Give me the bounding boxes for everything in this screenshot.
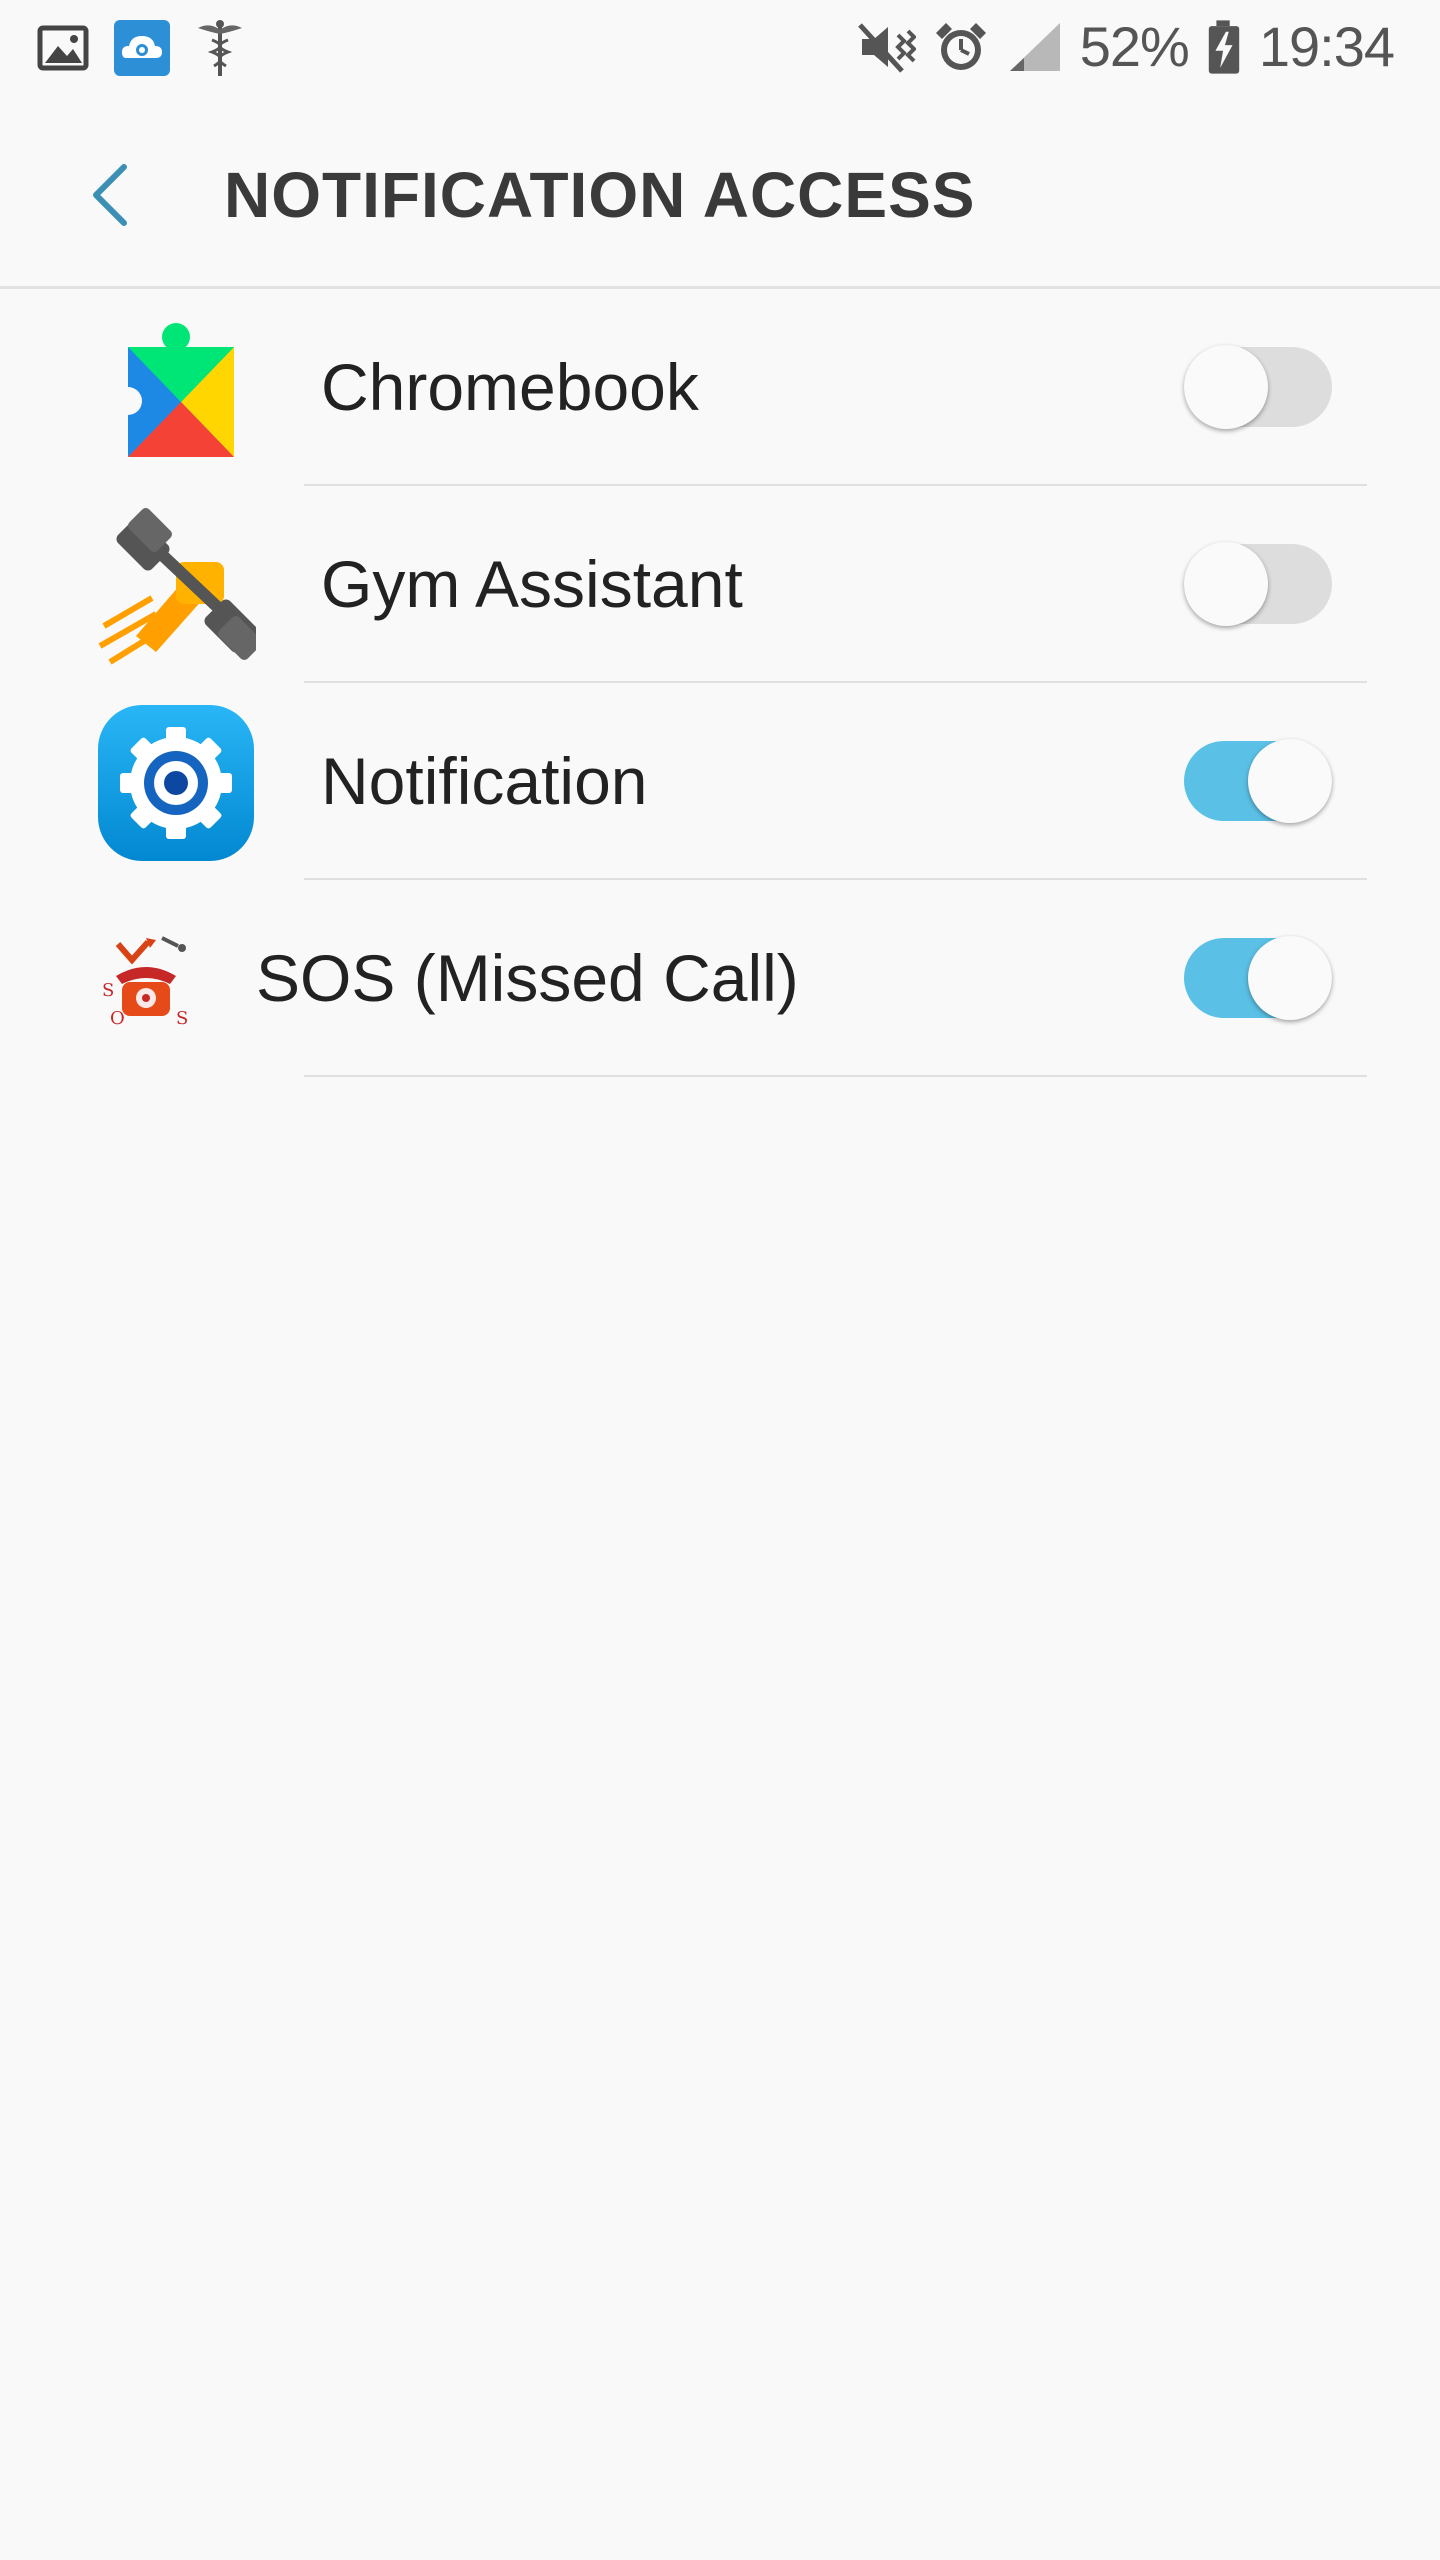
gear-icon [96, 703, 256, 863]
status-notification-icons [36, 18, 248, 78]
app-label: Gym Assistant [321, 547, 743, 621]
app-bar: NOTIFICATION ACCESS [0, 100, 1440, 289]
chevron-left-icon [93, 164, 127, 226]
notification-access-list: Chromebook Gym Assistant Notification S … [0, 289, 1440, 1077]
back-button[interactable] [60, 145, 160, 245]
toggle-knob [1184, 542, 1268, 626]
svg-text:S: S [176, 1008, 188, 1028]
caduceus-icon [198, 20, 242, 76]
status-system-icons: 52% 19:34 [857, 14, 1395, 79]
alarm-icon [935, 22, 986, 70]
toggle-sos-missed-call[interactable] [1184, 936, 1332, 1020]
toggle-knob [1248, 739, 1332, 823]
google-play-services-icon [96, 309, 256, 469]
toggle-chromebook[interactable] [1184, 345, 1332, 429]
app-label: SOS (Missed Call) [256, 941, 799, 1015]
toggle-notification[interactable] [1184, 739, 1332, 823]
dumbbell-fist-icon [96, 506, 256, 666]
gallery-icon [37, 25, 89, 71]
toggle-gym-assistant[interactable] [1184, 542, 1332, 626]
clock: 19:34 [1258, 15, 1395, 78]
mute-vibrate-icon [857, 22, 916, 73]
list-item-sos-missed-call[interactable]: S O S SOS (Missed Call) [0, 880, 1440, 1077]
list-item-notification[interactable]: Notification [0, 683, 1440, 880]
sos-phone-icon: S O S [96, 900, 196, 1060]
toggle-knob [1248, 936, 1332, 1020]
battery-percent: 52% [1079, 15, 1190, 78]
divider [304, 1075, 1367, 1077]
page-title: NOTIFICATION ACCESS [224, 159, 976, 231]
app-label: Notification [321, 744, 648, 818]
list-item-gym-assistant[interactable]: Gym Assistant [0, 486, 1440, 683]
svg-text:S: S [102, 980, 114, 1001]
battery-charging-icon [1208, 19, 1240, 74]
app-label: Chromebook [321, 350, 699, 424]
svg-text:O: O [110, 1008, 125, 1028]
toggle-knob [1184, 345, 1268, 429]
signal-icon [1009, 22, 1060, 71]
status-bar: 52% 19:34 [0, 0, 1440, 100]
cloud-camera-icon [114, 20, 170, 76]
list-item-chromebook[interactable]: Chromebook [0, 289, 1440, 486]
